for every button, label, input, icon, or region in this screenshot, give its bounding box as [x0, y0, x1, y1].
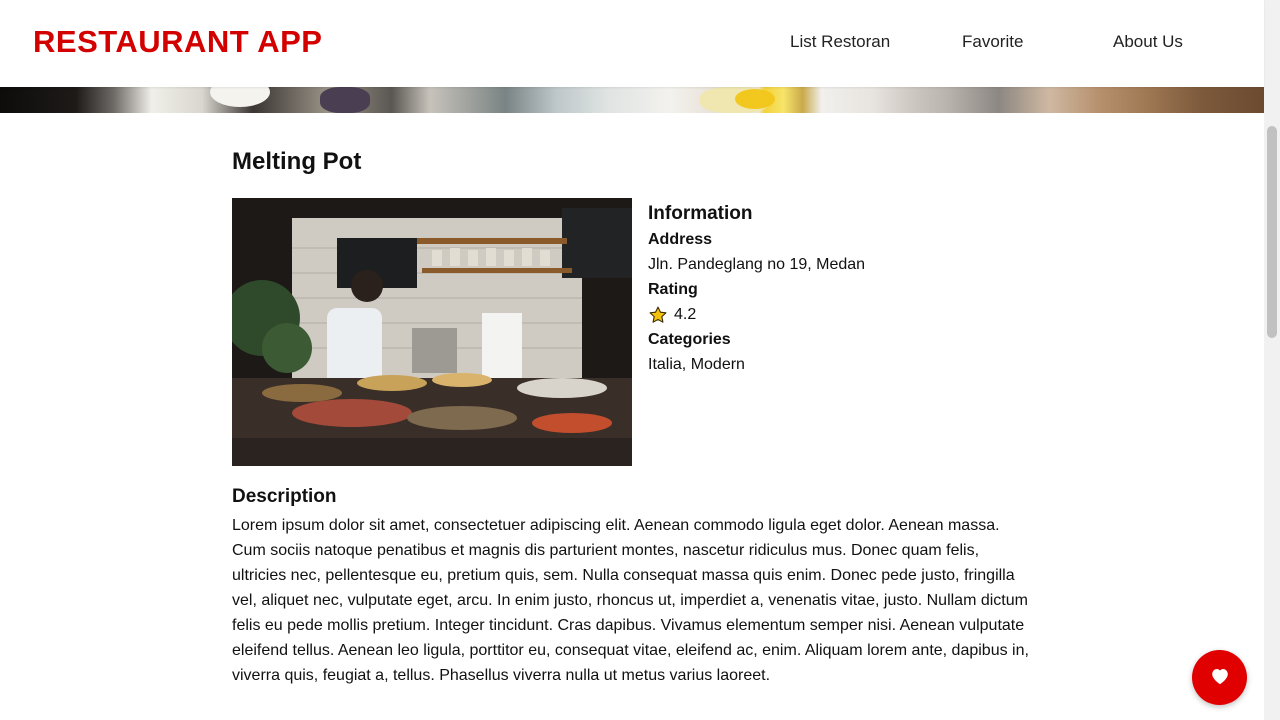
- vertical-scrollbar[interactable]: [1264, 0, 1280, 720]
- nav-link-favorite[interactable]: Favorite: [962, 32, 1023, 52]
- hero-image-strip: [0, 87, 1264, 113]
- restaurant-photo: [232, 198, 632, 466]
- rating-value: 4.2: [674, 306, 697, 323]
- description-text: Lorem ipsum dolor sit amet, consectetuer…: [232, 517, 1029, 684]
- favorite-button[interactable]: [1192, 650, 1247, 705]
- categories-label: Categories: [648, 331, 731, 348]
- nav-link-list-restoran[interactable]: List Restoran: [790, 32, 890, 52]
- information-heading: Information: [648, 203, 753, 224]
- restaurant-name: Melting Pot: [232, 148, 362, 175]
- nav-link-about-us[interactable]: About Us: [1113, 32, 1183, 52]
- app-header: RESTAURANT APP List Restoran Favorite Ab…: [0, 0, 1264, 87]
- rating-row: 4.2: [648, 302, 1028, 327]
- rating-label: Rating: [648, 281, 698, 298]
- information-panel: Information Address Jln. Pandeglang no 1…: [648, 201, 1028, 377]
- scrollbar-thumb[interactable]: [1267, 126, 1277, 338]
- star-icon: [648, 305, 668, 325]
- heart-icon: [1210, 667, 1230, 688]
- address-value: Jln. Pandeglang no 19, Medan: [648, 256, 866, 273]
- main-nav: List Restoran Favorite About Us: [0, 32, 1264, 56]
- description-heading: Description: [232, 486, 337, 507]
- address-label: Address: [648, 231, 713, 248]
- restaurant-kitchen-photo: [232, 198, 632, 466]
- categories-value: Italia, Modern: [648, 356, 745, 373]
